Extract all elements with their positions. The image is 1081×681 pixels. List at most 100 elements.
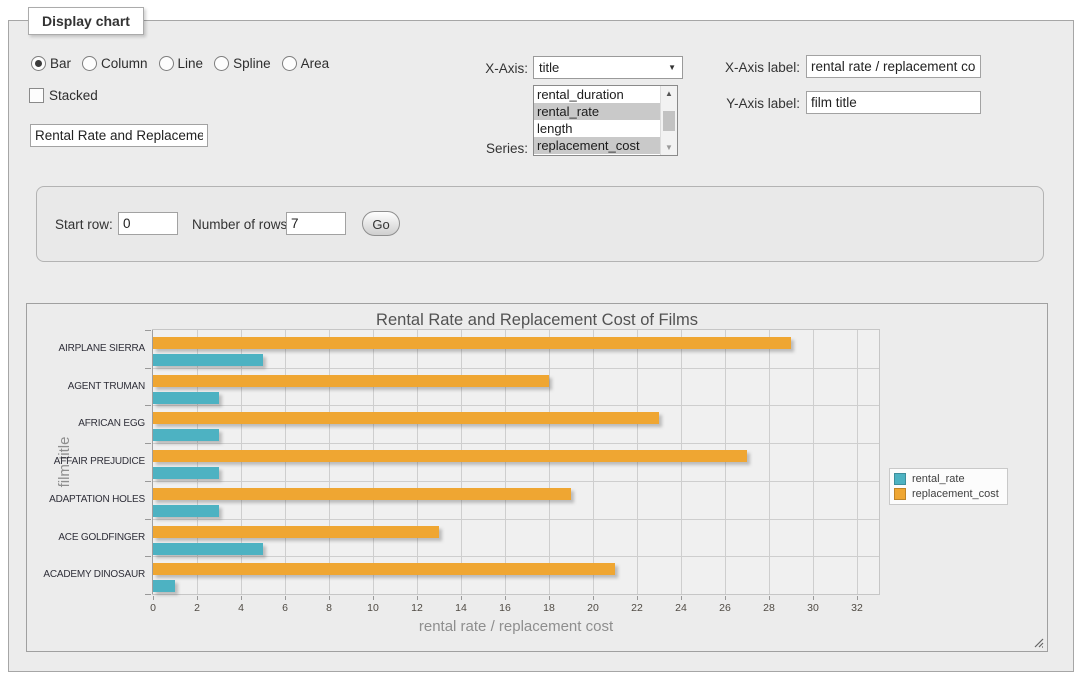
resize-handle[interactable] <box>1032 636 1044 648</box>
category-label: AGENT TRUMAN <box>27 381 145 392</box>
x-tick-label: 10 <box>367 602 379 614</box>
radio-label: Line <box>178 56 204 71</box>
x-tick-mark <box>549 596 550 600</box>
plot-area: film title 02468101214161820222426283032… <box>152 329 880 595</box>
gridline <box>769 330 770 594</box>
x-tick-mark <box>505 596 506 600</box>
bar-rental_rate <box>153 580 175 592</box>
y-tick-mark <box>145 556 151 557</box>
series-select-label: Series: <box>440 141 528 156</box>
legend-label: rental_rate <box>912 473 965 485</box>
scroll-down-button[interactable]: ▼ <box>661 140 677 155</box>
chevron-down-icon: ▼ <box>668 63 676 72</box>
bar-rental_rate <box>153 429 219 441</box>
x-tick-mark <box>593 596 594 600</box>
number-of-rows-label: Number of rows: <box>192 217 291 232</box>
gridline <box>813 330 814 594</box>
x-tick-mark <box>373 596 374 600</box>
category-label: ACADEMY DINOSAUR <box>27 569 145 580</box>
legend-label: replacement_cost <box>912 488 999 500</box>
x-tick-label: 16 <box>499 602 511 614</box>
x-tick-mark <box>681 596 682 600</box>
bar-rental_rate <box>153 354 263 366</box>
bar-replacement_cost <box>153 412 659 424</box>
go-button[interactable]: Go <box>362 211 400 236</box>
bar-rental_rate <box>153 543 263 555</box>
radio-label: Column <box>101 56 148 71</box>
number-of-rows-input[interactable] <box>286 212 346 235</box>
legend-swatch-rental_rate <box>894 473 906 485</box>
legend-swatch-replacement_cost <box>894 488 906 500</box>
x-axis-select[interactable]: title ▼ <box>533 56 683 79</box>
category-label: AFRICAN EGG <box>27 418 145 429</box>
x-axis-select-value: title <box>539 60 559 75</box>
legend-item: replacement_cost <box>894 488 999 500</box>
category-label: ADAPTATION HOLES <box>27 494 145 505</box>
legend-item: rental_rate <box>894 473 999 485</box>
radio-column[interactable]: Column <box>82 56 148 71</box>
row-controls-panel <box>36 186 1044 262</box>
x-tick-mark <box>329 596 330 600</box>
x-tick-label: 20 <box>587 602 599 614</box>
chart-title: Rental Rate and Replacement Cost of Film… <box>27 311 1047 330</box>
start-row-input[interactable] <box>118 212 178 235</box>
y-tick-mark <box>145 443 151 444</box>
gridline <box>153 556 879 557</box>
x-tick-mark <box>637 596 638 600</box>
series-option[interactable]: rental_duration <box>534 86 660 103</box>
bar-replacement_cost <box>153 450 747 462</box>
x-tick-label: 0 <box>150 602 156 614</box>
x-tick-mark <box>285 596 286 600</box>
radio-spline[interactable]: Spline <box>214 56 271 71</box>
radio-area[interactable]: Area <box>282 56 330 71</box>
bar-replacement_cost <box>153 563 615 575</box>
y-tick-mark <box>145 368 151 369</box>
bar-replacement_cost <box>153 337 791 349</box>
x-tick-label: 18 <box>543 602 555 614</box>
gridline <box>153 405 879 406</box>
x-tick-label: 22 <box>631 602 643 614</box>
checkbox-icon <box>29 88 44 103</box>
bar-rental_rate <box>153 505 219 517</box>
x-tick-mark <box>857 596 858 600</box>
series-option[interactable]: replacement_cost <box>534 137 660 154</box>
radio-icon <box>82 56 97 71</box>
start-row-label: Start row: <box>55 217 113 232</box>
gridline <box>153 481 879 482</box>
x-axis-label-input[interactable] <box>806 55 981 78</box>
bar-rental_rate <box>153 392 219 404</box>
x-tick-label: 4 <box>238 602 244 614</box>
gridline <box>153 519 879 520</box>
x-tick-label: 30 <box>807 602 819 614</box>
scroll-up-button[interactable]: ▲ <box>661 86 677 101</box>
x-tick-mark <box>813 596 814 600</box>
radio-icon <box>282 56 297 71</box>
x-tick-mark <box>461 596 462 600</box>
chart-type-radio-group: Bar Column Line Spline Area <box>31 56 329 71</box>
series-option[interactable]: rental_rate <box>534 103 660 120</box>
radio-line[interactable]: Line <box>159 56 204 71</box>
gridline <box>153 443 879 444</box>
series-options: rental_durationrental_ratelengthreplacem… <box>534 86 660 155</box>
radio-icon <box>31 56 46 71</box>
y-axis-label-input[interactable] <box>806 91 981 114</box>
x-axis-title: rental rate / replacement cost <box>153 618 879 635</box>
chart-title-input[interactable] <box>30 124 208 147</box>
category-label: AFFAIR PREJUDICE <box>27 456 145 467</box>
scroll-thumb[interactable] <box>663 111 675 131</box>
stacked-checkbox[interactable]: Stacked <box>29 88 98 103</box>
stacked-label: Stacked <box>49 88 98 103</box>
chart-panel: Rental Rate and Replacement Cost of Film… <box>26 303 1048 652</box>
y-axis-label-label: Y-Axis label: <box>700 96 800 111</box>
radio-icon <box>214 56 229 71</box>
x-tick-mark <box>153 596 154 600</box>
x-tick-label: 14 <box>455 602 467 614</box>
radio-bar[interactable]: Bar <box>31 56 71 71</box>
x-tick-mark <box>769 596 770 600</box>
x-tick-label: 8 <box>326 602 332 614</box>
x-tick-label: 24 <box>675 602 687 614</box>
x-tick-mark <box>417 596 418 600</box>
series-option[interactable]: length <box>534 120 660 137</box>
scrollbar[interactable]: ▲ ▼ <box>660 86 677 155</box>
series-listbox: rental_durationrental_ratelengthreplacem… <box>533 85 678 156</box>
